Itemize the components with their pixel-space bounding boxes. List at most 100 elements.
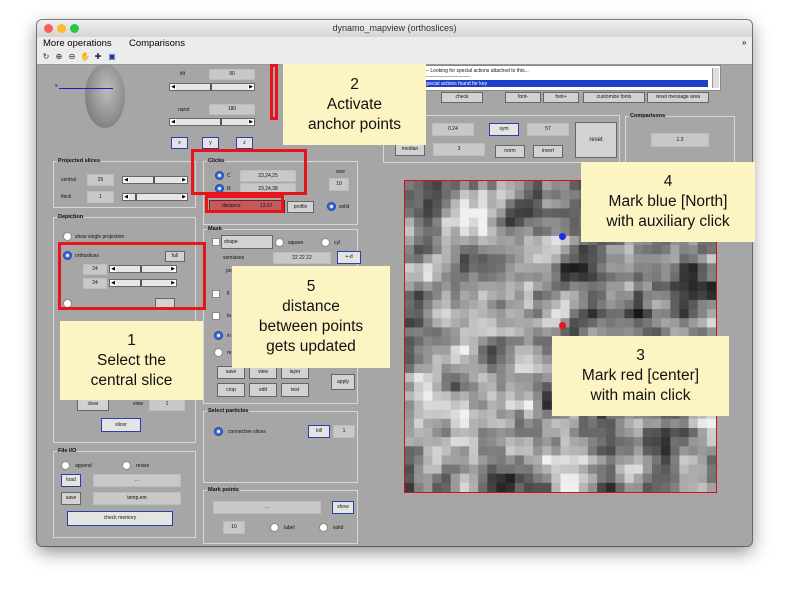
callout-number: 2 — [350, 75, 359, 93]
mask-apply-button[interactable]: apply — [331, 374, 355, 390]
mask-re-radio[interactable] — [214, 348, 223, 357]
log-scrollbar[interactable] — [712, 68, 719, 88]
mark-points-label-radio[interactable] — [270, 523, 279, 532]
callout-text: Activate — [326, 95, 383, 113]
connective-slices-label: connective slices — [228, 429, 266, 435]
menu-more-operations[interactable]: More operations — [43, 38, 112, 49]
view-z-button[interactable]: z — [236, 137, 253, 149]
square-radio[interactable] — [275, 238, 284, 247]
shape-checkbox[interactable] — [212, 238, 220, 246]
mask-in-radio[interactable] — [214, 331, 223, 340]
mask-test-button[interactable]: test — [281, 383, 309, 397]
zoom-out-icon[interactable]: ⊖ — [67, 52, 77, 62]
view-label: view — [133, 401, 144, 407]
norm-button[interactable]: norm — [495, 145, 525, 158]
mask-la-checkbox[interactable] — [212, 312, 220, 320]
kill-button[interactable]: kill — [308, 425, 330, 438]
reset-message-area-button[interactable]: reset message area — [647, 92, 709, 103]
font-minus-button[interactable]: font- — [505, 92, 541, 103]
x-axis-line — [59, 88, 113, 89]
pan-hand-icon[interactable]: ✋ — [80, 52, 90, 62]
check-memory-button[interactable]: check memory — [67, 511, 173, 526]
thick-label: thick — [61, 194, 72, 200]
window-title: dynamo_mapview (orthoslices) — [332, 23, 457, 33]
select-particles-title: Select particles — [207, 408, 250, 414]
cyl-radio[interactable] — [321, 238, 330, 247]
depiction-title: Depiction — [57, 214, 85, 220]
center-marker[interactable] — [559, 322, 566, 329]
comparisons-field[interactable]: 1.3 — [651, 133, 709, 147]
callout-number: 5 — [306, 278, 316, 295]
show-single-projection-radio[interactable] — [63, 232, 72, 241]
size-field[interactable]: 10 — [329, 178, 349, 191]
north-marker[interactable] — [559, 233, 566, 240]
shape-button[interactable]: shape — [221, 235, 273, 249]
message-log[interactable]: --- Looking for special actions attached… — [417, 65, 721, 91]
show-single-projection-label: show single projection — [75, 234, 125, 240]
central-field[interactable]: 25 — [87, 174, 114, 186]
sym-field[interactable]: 57 — [527, 123, 569, 136]
callout-text: Mark red [center] — [581, 367, 700, 384]
mark-points-solid-label: solid — [333, 525, 344, 531]
view-x-button[interactable]: x — [171, 137, 188, 149]
reset-button[interactable]: reset — [575, 122, 617, 158]
load-button[interactable]: load — [61, 474, 81, 487]
tilt-field[interactable]: 90 — [209, 69, 255, 80]
load-path-field[interactable]: ... — [93, 474, 181, 487]
mask-fl-checkbox[interactable] — [212, 290, 220, 298]
menu-overflow-icon[interactable]: » — [742, 38, 746, 47]
mask-crop-button[interactable]: crop — [217, 383, 245, 397]
select-particles-panel: Select particles — [203, 408, 358, 483]
slicer-button[interactable]: slicer — [101, 418, 141, 432]
save-file-button[interactable]: save — [61, 492, 81, 505]
narot-field[interactable]: 180 — [209, 104, 255, 115]
mark-points-solid-radio[interactable] — [319, 523, 328, 532]
tilt-slider[interactable]: ◀ ▶ — [169, 83, 255, 91]
save-path-field[interactable]: temp.em — [93, 492, 181, 505]
data-cursor-icon[interactable]: ✚ — [93, 52, 103, 62]
narot-label: narot — [178, 107, 190, 113]
contrast-value-field[interactable]: 0.24 — [432, 123, 474, 136]
mark-points-show-button[interactable]: show — [332, 501, 354, 514]
mask-fl-label: fl — [227, 291, 230, 297]
kill-field[interactable]: 1 — [333, 425, 355, 438]
zoom-in-icon[interactable]: ⊕ — [54, 52, 64, 62]
callout-5: 5 distance between points gets updated — [232, 266, 390, 368]
mark-points-field[interactable]: ... — [213, 501, 321, 514]
callout-text: distance — [282, 298, 340, 315]
view-y-button[interactable]: y — [202, 137, 219, 149]
file-io-title: File I/O — [57, 448, 78, 454]
clicks-solid-radio[interactable] — [327, 202, 336, 211]
menu-comparisons[interactable]: Comparisons — [129, 38, 185, 49]
mark-points-title: Mark points — [207, 487, 240, 493]
connective-slices-radio[interactable] — [214, 427, 223, 436]
narot-slider[interactable]: ◀ ▶ — [169, 118, 255, 126]
font-plus-button[interactable]: font+ — [543, 92, 579, 103]
check-button[interactable]: check — [441, 92, 483, 103]
rotate-icon[interactable]: ↻ — [41, 52, 51, 62]
profile-button[interactable]: profile — [287, 201, 314, 213]
append-radio[interactable] — [61, 461, 70, 470]
callout-text: central slice — [90, 371, 173, 389]
mark-points-number-field[interactable]: 10 — [223, 521, 245, 534]
sym-button[interactable]: sym — [489, 123, 519, 136]
callout-text: with main click — [590, 387, 691, 404]
resize-radio[interactable] — [122, 461, 131, 470]
invert-button[interactable]: invert — [533, 145, 563, 158]
highlight-clicks — [191, 149, 307, 195]
customize-fonts-button[interactable]: customize fonts — [583, 92, 645, 103]
mask-edit-button[interactable]: edit — [249, 383, 277, 397]
mark-points-label-label: label — [284, 525, 295, 531]
median-field[interactable]: 3 — [433, 143, 485, 156]
central-slider[interactable]: ◀ ▶ — [122, 176, 188, 184]
thick-field[interactable]: 1 — [87, 191, 114, 203]
highlight-orthoslices — [58, 242, 206, 310]
semiaxes-field[interactable]: 22 22 22 — [273, 252, 331, 264]
save-icon[interactable]: ▣ — [107, 52, 117, 62]
plus-minus-d-button[interactable]: +-d — [337, 251, 361, 264]
thick-slider[interactable]: ◀ ▶ — [122, 193, 188, 201]
x-axis-label: x — [55, 83, 58, 89]
title-bar: dynamo_mapview (orthoslices) — [37, 20, 752, 38]
toolbar: ↻ ⊕ ⊖ ✋ ✚ ▣ — [37, 50, 752, 65]
callout-2: 2 Activate anchor points — [283, 64, 426, 145]
